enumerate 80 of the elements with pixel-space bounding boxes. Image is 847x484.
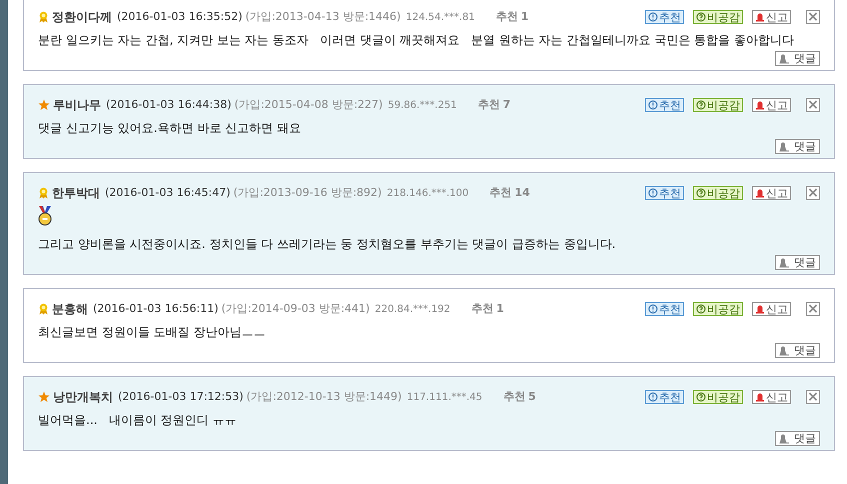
person-icon (779, 142, 791, 152)
action-button[interactable]: 비공감 (693, 390, 743, 404)
action-button[interactable]: 신고 (752, 186, 791, 200)
siren-icon (755, 100, 765, 110)
exclamation-icon (648, 100, 658, 110)
siren-icon (755, 392, 765, 402)
ip-address: 59.86.***.251 (388, 98, 457, 112)
user-name[interactable]: 루비나무 (53, 96, 101, 114)
comment-date: (2016-01-03 16:44:38) (106, 96, 232, 113)
action-button[interactable]: 추천 (645, 186, 684, 200)
close-button[interactable]: × (806, 10, 820, 24)
member-info: (가입:2013-09-16 방문:892) (233, 184, 382, 201)
action-button[interactable]: 추천 (645, 302, 684, 316)
member-info: (가입:2014-09-03 방문:441) (221, 300, 370, 317)
likes-label: 추천 (471, 300, 494, 317)
ip-address: 117.111.***.45 (406, 390, 482, 404)
action-button[interactable]: 비공감 (693, 186, 743, 200)
comment-text: 빌어먹을... 내이름이 정원인디 ㅠㅠ (38, 413, 238, 428)
person-icon (779, 434, 791, 444)
person-icon (779, 258, 791, 268)
question-icon (696, 100, 706, 110)
exclamation-icon (648, 12, 658, 22)
question-icon (696, 188, 706, 198)
action-button[interactable]: 신고 (752, 390, 791, 404)
member-info: (가입:2012-10-13 방문:1449) (246, 388, 402, 405)
close-button[interactable]: × (806, 186, 820, 200)
close-button[interactable]: × (806, 390, 820, 404)
action-button[interactable]: 신고 (752, 302, 791, 316)
reply-button[interactable]: 댓글 (775, 255, 820, 270)
action-button[interactable]: 비공감 (693, 10, 743, 24)
ip-address: 124.54.***.81 (406, 10, 475, 24)
question-icon (696, 12, 706, 22)
likes-label: 추천 (478, 96, 500, 113)
exclamation-icon (648, 304, 658, 314)
comment-text: 최신글보면 정원이들 도배질 장난아님ㅡㅡ (38, 325, 266, 340)
member-info: (가입:2013-04-13 방문:1446) (245, 8, 401, 25)
likes-count: 1 (496, 300, 504, 317)
comment-date: (2016-01-03 16:56:11) (93, 300, 218, 317)
comment-date: (2016-01-03 16:45:47) (105, 184, 230, 201)
user-name[interactable]: 정환이다께 (52, 8, 112, 26)
action-button[interactable]: 추천 (645, 390, 684, 404)
person-icon (779, 346, 791, 356)
siren-icon (755, 12, 765, 22)
comment-date: (2016-01-03 17:12:53) (118, 388, 244, 405)
question-icon (696, 304, 706, 314)
member-info: (가입:2015-04-08 방문:227) (234, 96, 383, 113)
siren-icon (755, 304, 765, 314)
likes-count: 7 (502, 96, 511, 113)
reply-button[interactable]: 댓글 (775, 343, 820, 358)
action-button[interactable]: 신고 (752, 10, 791, 24)
action-button[interactable]: 비공감 (693, 98, 743, 112)
likes-count: 14 (514, 184, 530, 201)
likes-count: 5 (528, 388, 536, 405)
action-button[interactable]: 비공감 (693, 302, 743, 316)
likes-label: 추천 (496, 8, 518, 25)
exclamation-icon (648, 188, 658, 198)
ip-address: 220.84.***.192 (374, 302, 450, 316)
action-button[interactable]: 신고 (752, 98, 791, 112)
likes-label: 추천 (503, 388, 526, 405)
likes-label: 추천 (490, 184, 512, 201)
siren-icon (755, 188, 765, 198)
exclamation-icon (648, 392, 658, 402)
action-button[interactable]: 추천 (645, 98, 684, 112)
user-name[interactable]: 한투박대 (52, 184, 100, 202)
person-icon (779, 54, 791, 64)
ip-address: 218.146.***.100 (386, 186, 469, 200)
comment-text: 분란 일으키는 자는 간첩, 지켜만 보는 자는 동조자 이러면 댓글이 깨끗해져요 분열 원하는 자는 간첩일테니까요 국민은 통합을 좋아합니다 (38, 33, 795, 48)
user-name[interactable]: 낭만개복치 (53, 388, 113, 406)
close-button[interactable]: × (806, 302, 820, 316)
user-name[interactable]: 분홍해 (52, 300, 88, 318)
reply-button[interactable]: 댓글 (775, 139, 820, 154)
action-button[interactable]: 추천 (645, 10, 684, 24)
comment-text: 댓글 신고기능 있어요.욕하면 바로 신고하면 돼요 (38, 121, 302, 136)
comment-text: 그리고 양비론을 시전중이시죠. 정치인들 다 쓰레기라는 둥 정치혐오를 부추기는 댓글이 급증하는 중입니다. (38, 237, 617, 252)
comment-date: (2016-01-03 16:35:52) (117, 8, 242, 25)
reply-button[interactable]: 댓글 (775, 431, 820, 446)
close-button[interactable]: × (806, 98, 820, 112)
question-icon (696, 392, 706, 402)
likes-count: 1 (520, 8, 529, 25)
reply-button[interactable]: 댓글 (775, 51, 820, 66)
